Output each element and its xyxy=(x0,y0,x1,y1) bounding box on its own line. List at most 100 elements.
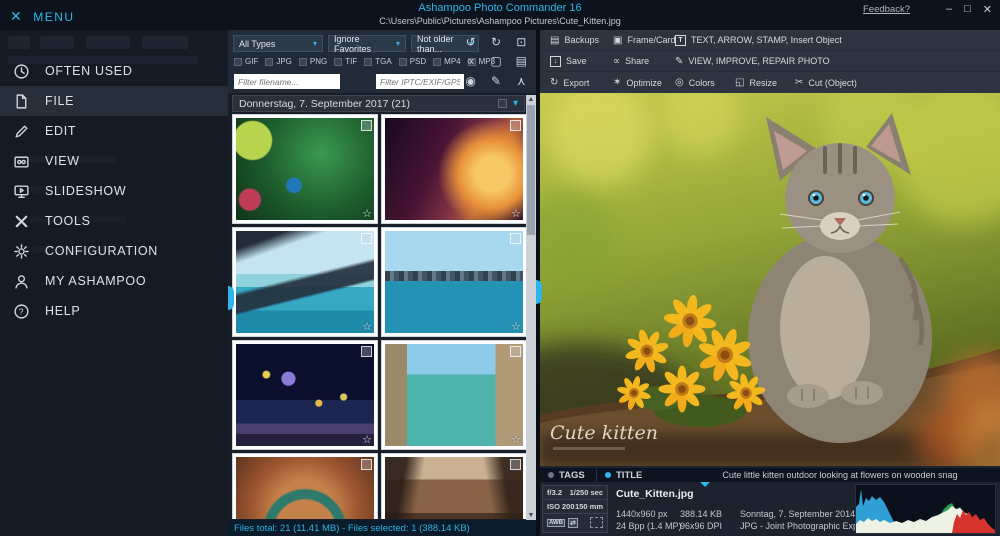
thumbnail-horseshoe-bend[interactable]: ☆ xyxy=(232,453,378,519)
sidebar-item-tools[interactable]: TOOLS xyxy=(0,206,228,236)
thumbnail-antelope-canyon[interactable]: ☆ xyxy=(381,114,527,224)
thumbnail-overseas-railroad-bridge[interactable]: ☆ xyxy=(232,227,378,337)
export-button[interactable]: ↻ Export xyxy=(550,77,613,88)
tags-radio-icon xyxy=(548,472,554,478)
thumbnail-peacock[interactable]: ☆ xyxy=(232,114,378,224)
tif-checkbox[interactable] xyxy=(334,57,343,66)
frame-card-button[interactable]: ▣ Frame/Card xyxy=(613,35,675,46)
sidebar-item-help[interactable]: ? HELP xyxy=(0,296,228,326)
new-file-icon[interactable]: ▢ xyxy=(490,54,501,68)
cut-object-button[interactable]: ✂ Cut (Object) xyxy=(795,77,857,88)
sidebar-item-often-used[interactable]: OFTEN USED xyxy=(0,56,228,86)
pdf-icon[interactable]: ⋏ xyxy=(517,74,526,88)
thumb-checkbox[interactable] xyxy=(510,346,521,357)
thumb-checkbox[interactable] xyxy=(361,233,372,244)
title-toggle[interactable]: TITLE xyxy=(596,468,642,482)
feedback-link[interactable]: Feedback? xyxy=(863,4,910,15)
thumbnail-asian-street-market[interactable]: ☆ xyxy=(381,453,527,519)
sidebar-item-view[interactable]: VIEW xyxy=(0,146,228,176)
gif-checkbox[interactable] xyxy=(234,57,242,66)
thumb-checkbox[interactable] xyxy=(510,459,521,470)
favorite-star-icon[interactable]: ☆ xyxy=(362,433,372,446)
thumb-checkbox[interactable] xyxy=(510,233,521,244)
edit-note-icon[interactable]: ✎ xyxy=(491,74,501,88)
exposure-swap-icon[interactable]: ⇄ xyxy=(568,517,578,528)
aperture-value: f/3.2 xyxy=(547,488,563,497)
thumb-checkbox[interactable] xyxy=(361,459,372,470)
tags-toggle[interactable]: TAGS xyxy=(548,468,585,482)
print-icon[interactable]: ▤ xyxy=(516,54,527,68)
optimize-button[interactable]: ✶ Optimize xyxy=(613,77,675,88)
save-button[interactable]: ↓ Save xyxy=(550,55,613,67)
thumbnail-coastal-city[interactable]: ☆ xyxy=(381,227,527,337)
png-checkbox[interactable] xyxy=(298,57,307,66)
close-menu-icon: ✕ xyxy=(10,8,24,24)
group-select-checkbox[interactable] xyxy=(497,99,507,108)
favorite-star-icon[interactable]: ☆ xyxy=(511,207,521,220)
scroll-down-icon[interactable]: ▼ xyxy=(526,511,536,520)
minimize-button[interactable]: – xyxy=(946,3,952,16)
ghost-toolbar-item xyxy=(8,36,30,49)
focus-frame-icon[interactable] xyxy=(590,517,603,528)
favorite-star-icon[interactable]: ☆ xyxy=(511,320,521,333)
scrollbar-thumb[interactable] xyxy=(527,105,535,235)
sidebar-item-label: EDIT xyxy=(45,124,77,138)
svg-text:?: ? xyxy=(19,306,24,316)
file-type-dropdown[interactable]: All Types ▾ xyxy=(233,35,323,52)
thumb-checkbox[interactable] xyxy=(510,120,521,131)
slideshow-monitor-icon[interactable]: ⊡ xyxy=(516,35,526,49)
metadata-filter-input[interactable] xyxy=(376,74,464,89)
sidebar-item-slideshow[interactable]: SLIDESHOW xyxy=(0,176,228,206)
filename-filter-input[interactable] xyxy=(234,74,340,89)
favorite-star-icon[interactable]: ☆ xyxy=(362,207,372,220)
thumb-checkbox[interactable] xyxy=(361,120,372,131)
thumb-checkbox[interactable] xyxy=(361,346,372,357)
file-dimensions: 1440x960 px xyxy=(616,509,668,519)
psd-checkbox[interactable] xyxy=(398,57,407,66)
sidebar-item-edit[interactable]: EDIT xyxy=(0,116,228,146)
file-name: Cute_Kitten.jpg xyxy=(616,488,694,500)
export-icon: ↻ xyxy=(550,77,559,88)
thumbnail-venice-canal[interactable]: ☆ xyxy=(381,340,527,450)
vertical-scrollbar[interactable]: ▲ ▼ xyxy=(526,95,536,520)
focal-value: 150 mm xyxy=(575,502,603,511)
pencil-icon xyxy=(15,124,28,138)
camera-icon[interactable]: ◉ xyxy=(465,74,475,88)
jpg-checkbox[interactable] xyxy=(265,57,274,66)
sidebar-resize-handle[interactable] xyxy=(228,286,234,310)
browser-resize-handle[interactable] xyxy=(536,280,542,304)
ghost-toolbar-item xyxy=(86,36,130,49)
view-improve-repair-button[interactable]: ✎ VIEW, IMPROVE, REPAIR PHOTO xyxy=(675,56,830,67)
collapse-group-icon[interactable]: ▾ xyxy=(513,98,518,109)
favorite-star-icon[interactable]: ☆ xyxy=(362,320,372,333)
file-browser-panel: All Types ▾ Ignore Favorites ▾ Not older… xyxy=(228,30,536,536)
share-icon[interactable]: ∝ xyxy=(466,54,475,68)
menu-list: OFTEN USED FILE EDIT VIEW SLIDESHOW TOOL… xyxy=(0,56,228,326)
tga-checkbox[interactable] xyxy=(364,57,373,66)
backups-button[interactable]: ▤ Backups xyxy=(550,35,613,46)
files-status-text: Files total: 21 (11.41 MB) - Files selec… xyxy=(234,522,470,534)
mp4-checkbox[interactable] xyxy=(433,57,442,66)
maximize-button[interactable]: □ xyxy=(964,3,971,16)
rgb-histogram xyxy=(855,484,996,534)
sidebar-item-configuration[interactable]: CONFIGURATION xyxy=(0,236,228,266)
awb-badge[interactable]: AWB xyxy=(547,518,565,527)
undo-icon[interactable]: ↺ xyxy=(466,35,476,49)
ghost-toolbar-item xyxy=(142,36,188,49)
sidebar-item-my-ashampoo[interactable]: MY ASHAMPOO xyxy=(0,266,228,296)
photo-title-text: Cute little kitten outdoor looking at fl… xyxy=(722,470,958,480)
colors-button[interactable]: ◎ Colors xyxy=(675,77,735,88)
favorite-star-icon[interactable]: ☆ xyxy=(511,433,521,446)
scroll-up-icon[interactable]: ▲ xyxy=(526,95,536,104)
menu-close-button[interactable]: ✕ MENU xyxy=(10,8,75,25)
resize-button[interactable]: ◱ Resize xyxy=(735,77,795,88)
thumbnail-paris-las-vegas-night[interactable]: ☆ xyxy=(232,340,378,450)
filter-toolbar: All Types ▾ Ignore Favorites ▾ Not older… xyxy=(228,30,536,93)
favorites-dropdown[interactable]: Ignore Favorites ▾ xyxy=(328,34,406,54)
insert-object-button[interactable]: T TEXT, ARROW, STAMP, Insert Object xyxy=(675,34,842,46)
redo-icon[interactable]: ↻ xyxy=(491,35,501,49)
photo-viewer[interactable]: Cute kitten ☆ ⊞ ⊡ xyxy=(540,93,1000,466)
sidebar-item-file[interactable]: FILE xyxy=(0,86,228,116)
close-button[interactable]: ✕ xyxy=(983,3,992,16)
share-button[interactable]: ∝ Share xyxy=(613,56,675,67)
